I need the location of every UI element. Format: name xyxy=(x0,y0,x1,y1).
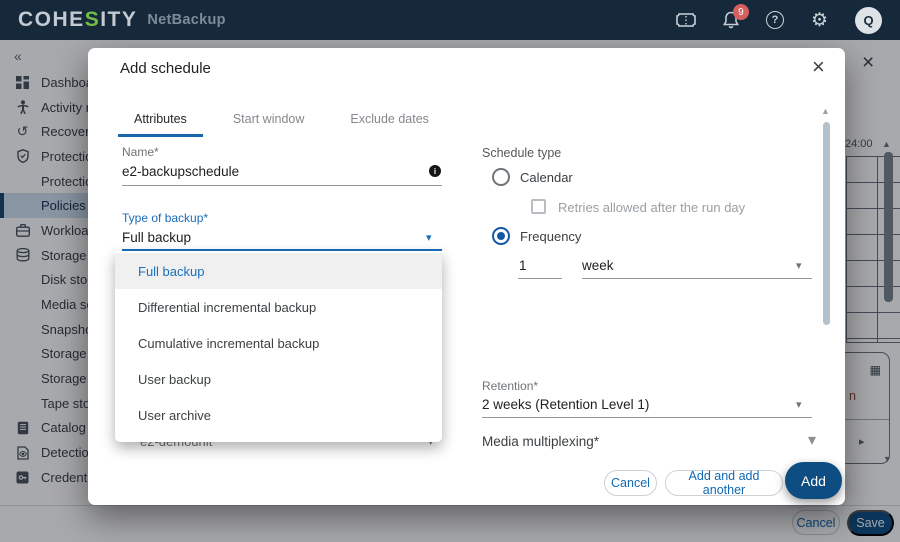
topbar-actions: 9 ? ⚙ Q xyxy=(676,7,882,34)
option-full-backup[interactable]: Full backup xyxy=(115,253,442,289)
product-name: NetBackup xyxy=(147,12,225,28)
notifications-bell-icon[interactable]: 9 xyxy=(723,11,739,29)
add-and-add-another-button[interactable]: Add and add another xyxy=(665,470,783,496)
retention-caret-icon[interactable]: ▾ xyxy=(796,400,802,411)
settings-gear-icon[interactable]: ⚙ xyxy=(811,11,828,30)
calendar-radio[interactable] xyxy=(492,168,510,186)
license-ticket-icon[interactable] xyxy=(676,13,696,27)
tab-exclude-dates[interactable]: Exclude dates xyxy=(334,104,445,137)
calendar-radio-label: Calendar xyxy=(520,170,573,185)
retention-underline xyxy=(482,417,812,418)
type-of-backup-label: Type of backup* xyxy=(122,211,208,225)
retries-checkbox-label: Retries allowed after the run day xyxy=(558,200,745,215)
name-field-label: Name* xyxy=(122,145,159,159)
dialog-cancel-button[interactable]: Cancel xyxy=(604,470,657,496)
screen: COHESITY NetBackup 9 ? ⚙ Q « Dashboard xyxy=(0,0,900,542)
user-avatar[interactable]: Q xyxy=(855,7,882,34)
retention-value[interactable]: 2 weeks (Retention Level 1) xyxy=(482,397,649,412)
gear-glyph: ⚙ xyxy=(811,11,828,30)
media-multiplexing-caret-icon[interactable]: ▾ xyxy=(808,433,816,449)
frequency-value-input[interactable]: 1 xyxy=(519,258,527,273)
dialog-title: Add schedule xyxy=(120,60,211,77)
frequency-radio[interactable] xyxy=(492,227,510,245)
option-differential-incremental[interactable]: Differential incremental backup xyxy=(115,289,442,325)
dialog-tabs: Attributes Start window Exclude dates xyxy=(118,104,459,137)
name-field-value[interactable]: e2-backupschedule xyxy=(122,164,239,179)
add-button[interactable]: Add xyxy=(785,462,842,499)
frequency-value-underline xyxy=(518,278,562,279)
retries-checkbox[interactable] xyxy=(531,199,546,214)
logo-text-2: ITY xyxy=(100,8,137,31)
dialog-close-icon[interactable]: × xyxy=(812,56,825,78)
info-icon[interactable]: i xyxy=(429,165,441,177)
type-of-backup-value[interactable]: Full backup xyxy=(122,230,191,245)
cohesity-logo: COHESITY xyxy=(18,8,137,32)
name-field-underline xyxy=(122,185,442,186)
frequency-unit-select[interactable]: week xyxy=(582,258,614,273)
dialog-scroll-up-icon[interactable]: ▲ xyxy=(821,106,830,116)
frequency-unit-caret-icon[interactable]: ▾ xyxy=(796,261,802,272)
type-dropdown-caret-icon[interactable]: ▾ xyxy=(426,233,432,244)
logo-green-s: S xyxy=(85,8,101,31)
logo-text: COHE xyxy=(18,8,85,31)
help-icon[interactable]: ? xyxy=(766,11,784,29)
notification-badge: 9 xyxy=(733,4,749,20)
add-schedule-dialog: Add schedule × Attributes Start window E… xyxy=(88,48,845,505)
option-cumulative-incremental[interactable]: Cumulative incremental backup xyxy=(115,325,442,361)
schedule-type-label: Schedule type xyxy=(482,146,561,160)
retention-label: Retention* xyxy=(482,379,538,393)
help-glyph: ? xyxy=(766,11,784,29)
media-multiplexing-label: Media multiplexing* xyxy=(482,434,599,449)
frequency-unit-underline xyxy=(582,278,812,279)
type-of-backup-dropdown: Full backup Differential incremental bac… xyxy=(115,251,442,442)
option-user-archive[interactable]: User archive xyxy=(115,397,442,433)
top-app-bar: COHESITY NetBackup 9 ? ⚙ Q xyxy=(0,0,900,40)
option-user-backup[interactable]: User backup xyxy=(115,361,442,397)
tab-start-window[interactable]: Start window xyxy=(217,104,321,137)
tab-attributes[interactable]: Attributes xyxy=(118,104,203,137)
dialog-scrollbar-thumb[interactable] xyxy=(823,122,830,325)
frequency-radio-label: Frequency xyxy=(520,229,581,244)
